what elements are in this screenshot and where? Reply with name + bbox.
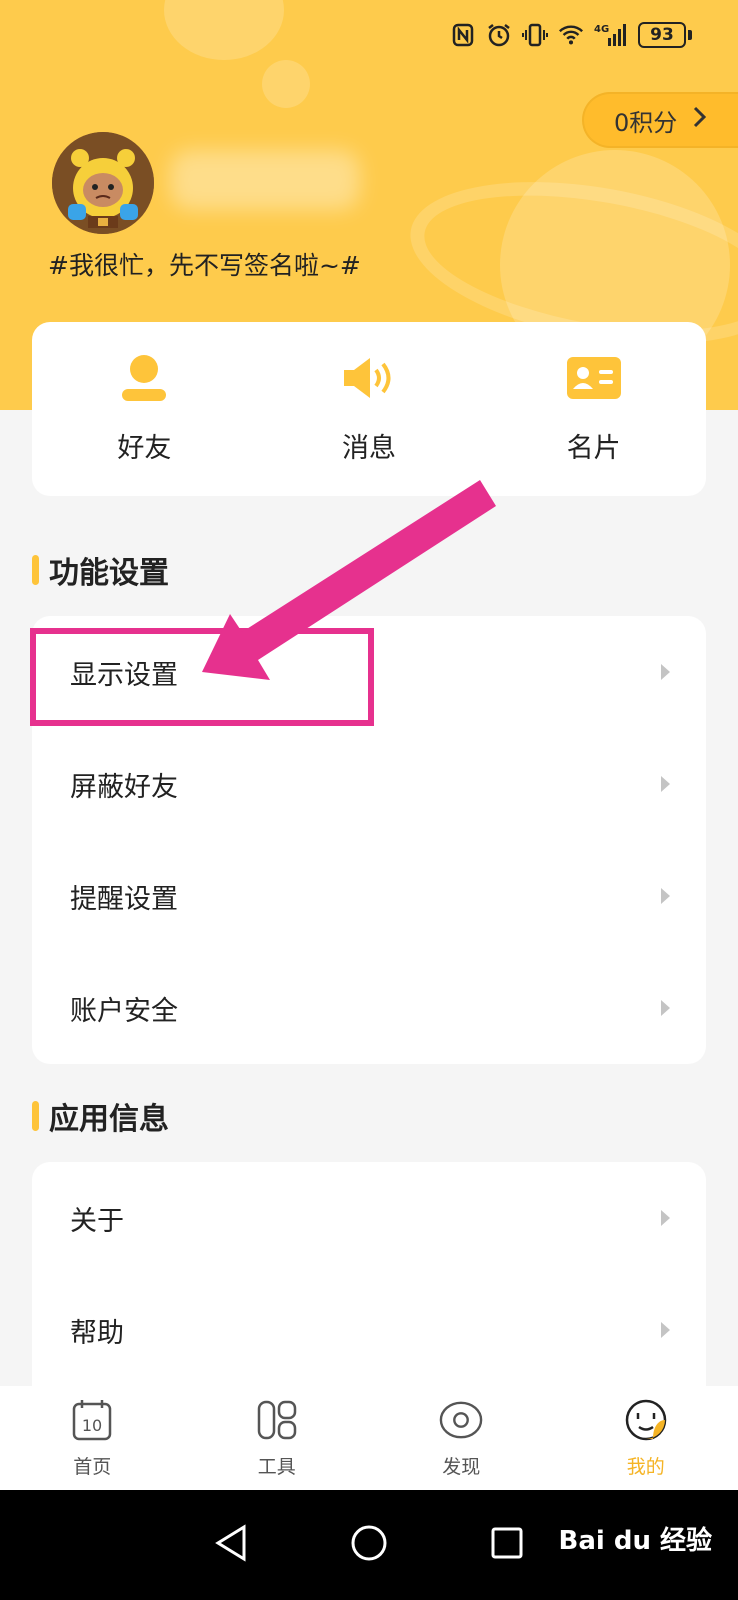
status-bar: 4G 93 (450, 18, 692, 52)
arrow-right-icon (661, 888, 670, 904)
battery-tip (688, 30, 692, 40)
section-title-text: 应用信息 (49, 1102, 169, 1137)
list-item-reminder-settings[interactable]: 提醒设置 (32, 840, 706, 952)
list-item-account-security[interactable]: 账户安全 (32, 952, 706, 1064)
list-item-label: 屏蔽好友 (70, 771, 178, 803)
home-circle-icon[interactable] (350, 1524, 388, 1566)
decor-bubble (262, 60, 310, 108)
annotation-highlight-box (30, 628, 374, 726)
quick-action-friends[interactable]: 好友 (32, 322, 257, 496)
section-title-text: 功能设置 (49, 556, 169, 591)
list-item-block-friends[interactable]: 屏蔽好友 (32, 728, 706, 840)
svg-text:4G: 4G (594, 24, 609, 35)
app-info-list: 关于 帮助 (32, 1162, 706, 1386)
list-item-help[interactable]: 帮助 (32, 1274, 706, 1386)
baidu-watermark: Bai du 经验 (558, 1526, 713, 1556)
quick-actions-card: 好友 消息 名片 (32, 322, 706, 496)
quick-action-label: 名片 (566, 433, 621, 464)
tab-label: 工具 (257, 1456, 296, 1478)
person-icon (116, 352, 172, 404)
recent-apps-icon[interactable] (490, 1526, 524, 1564)
signature-text: #我很忙，先不写签名啦~# (48, 251, 361, 280)
tab-tools[interactable]: 工具 (185, 1386, 370, 1490)
arrow-right-icon (661, 1322, 670, 1338)
username-blurred (170, 150, 360, 210)
card-icon (566, 352, 622, 404)
battery-indicator: 93 (638, 22, 692, 48)
tab-label: 发现 (442, 1456, 481, 1478)
section-title-app-info: 应用信息 (32, 1094, 169, 1138)
calendar-icon: 10 (70, 1398, 114, 1442)
arrow-right-icon (661, 664, 670, 680)
list-item-label: 提醒设置 (70, 883, 178, 915)
quick-action-label: 好友 (117, 433, 172, 464)
tab-label: 首页 (73, 1456, 112, 1478)
arrow-right-icon (661, 1000, 670, 1016)
tab-mine[interactable]: 我的 (554, 1386, 738, 1490)
list-item-about[interactable]: 关于 (32, 1162, 706, 1274)
list-item-label: 账户安全 (70, 995, 178, 1027)
quick-action-label: 消息 (342, 433, 396, 464)
wifi-icon (558, 22, 584, 48)
points-button[interactable]: 0积分 (582, 92, 738, 148)
quick-action-messages[interactable]: 消息 (257, 322, 482, 496)
battery-level: 93 (638, 22, 686, 48)
tab-label: 我的 (626, 1456, 665, 1478)
eye-icon (439, 1398, 483, 1442)
back-icon[interactable] (214, 1524, 248, 1566)
points-label: 0积分 (614, 108, 678, 137)
alarm-icon (486, 22, 512, 48)
chevron-right-icon (693, 105, 707, 135)
face-icon (624, 1398, 668, 1442)
speaker-icon (341, 352, 397, 404)
arrow-right-icon (661, 776, 670, 792)
tab-discover[interactable]: 发现 (369, 1386, 554, 1490)
tools-icon (255, 1398, 299, 1442)
vibrate-icon (522, 22, 548, 48)
section-title-features: 功能设置 (32, 548, 169, 592)
section-marker (32, 555, 39, 585)
avatar[interactable] (52, 132, 154, 234)
list-item-label: 关于 (70, 1205, 124, 1237)
arrow-right-icon (661, 1210, 670, 1226)
tab-home[interactable]: 10 首页 (0, 1386, 185, 1490)
decor-bubble (164, 0, 284, 60)
nfc-icon (450, 22, 476, 48)
bottom-tab-bar: 10 首页 工具 发现 我的 (0, 1386, 738, 1490)
list-item-label: 帮助 (70, 1317, 124, 1349)
section-marker (32, 1101, 39, 1131)
svg-text:10: 10 (82, 1416, 102, 1435)
quick-action-business-card[interactable]: 名片 (481, 322, 706, 496)
signal-4g-icon: 4G (594, 22, 628, 48)
